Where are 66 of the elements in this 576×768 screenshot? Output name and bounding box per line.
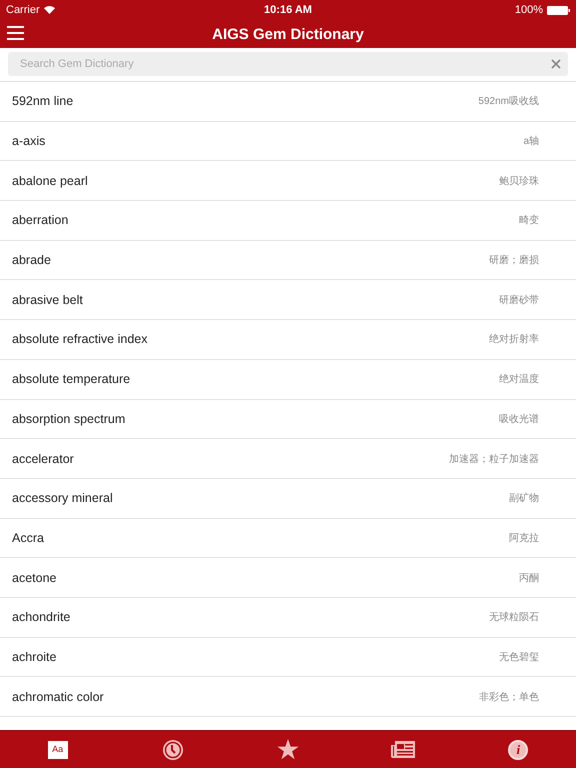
- entry-translation: 加速器；粒子加速器: [449, 452, 539, 466]
- dictionary-entry[interactable]: a-axis a轴: [0, 122, 576, 162]
- entry-translation: 阿克拉: [509, 532, 539, 545]
- star-icon: [276, 739, 299, 760]
- entry-translation: 鲍贝珍珠: [499, 174, 539, 188]
- entry-translation: a轴: [523, 134, 539, 148]
- dictionary-entry[interactable]: achroite 无色碧玺: [0, 638, 576, 678]
- info-icon: i: [508, 740, 528, 760]
- entry-translation: 吸收光谱: [499, 412, 539, 426]
- entry-term: a-axis: [12, 134, 46, 148]
- dictionary-entry[interactable]: absolute refractive index 绝对折射率: [0, 320, 576, 360]
- entry-term: aberration: [12, 213, 68, 228]
- clock-icon: [162, 738, 184, 760]
- dictionary-entry[interactable]: abrade 研磨；磨损: [0, 240, 576, 280]
- entry-term: accelerator: [12, 452, 74, 466]
- dictionary-entry[interactable]: 592nm line 592nm吸收线: [0, 82, 576, 122]
- newspaper-icon: [391, 740, 416, 759]
- entry-term: absolute temperature: [12, 372, 130, 386]
- entry-term: acetone: [12, 570, 56, 585]
- dictionary-entry[interactable]: accessory mineral 副矿物: [0, 478, 576, 519]
- entry-translation: 绝对温度: [499, 372, 539, 386]
- dictionary-entry[interactable]: aberration 畸变: [0, 201, 576, 241]
- entry-translation: 592nm吸收线: [478, 94, 539, 108]
- entry-translation: 副矿物: [509, 492, 539, 506]
- entry-translation: 畸变: [519, 214, 539, 228]
- battery-percent: 100%: [514, 4, 543, 16]
- dictionary-entry[interactable]: abalone pearl 鲍贝珍珠: [0, 161, 576, 202]
- clear-button[interactable]: [551, 59, 561, 69]
- entry-translation: 丙酮: [519, 572, 539, 585]
- entry-term: achromatic color: [12, 690, 104, 704]
- entry-term: absolute refractive index: [12, 332, 148, 346]
- dictionary-entry[interactable]: accelerator 加速器；粒子加速器: [0, 439, 576, 479]
- entry-translation: 绝对折射率: [489, 332, 539, 346]
- close-icon: [551, 59, 561, 69]
- dictionary-entry[interactable]: acetone 丙酮: [0, 558, 576, 598]
- dictionary-entry[interactable]: abrasive belt 研磨砂带: [0, 280, 576, 320]
- entry-translation: 研磨砂带: [499, 294, 539, 307]
- entry-term: abrade: [12, 253, 51, 268]
- entry-term: absorption spectrum: [12, 412, 126, 426]
- entry-term: abrasive belt: [12, 292, 83, 307]
- entry-term: achroite: [12, 650, 56, 664]
- carrier-label: Carrier: [6, 4, 40, 16]
- dictionary-entry[interactable]: achondrite 无球粒陨石: [0, 598, 576, 638]
- dictionary-entry[interactable]: absorption spectrum 吸收光谱: [0, 400, 576, 440]
- app-title: AIGS Gem Dictionary: [212, 26, 364, 42]
- tab-bar-item[interactable]: i: [488, 732, 548, 768]
- entry-term: 592nm line: [12, 94, 74, 108]
- tab-bar-item[interactable]: Aa: [28, 732, 88, 768]
- search-field[interactable]: Search Gem Dictionary: [8, 52, 568, 76]
- entry-term: accessory mineral: [12, 491, 113, 506]
- dictionary-entry[interactable]: absolute temperature 绝对温度: [0, 360, 576, 400]
- menu-icon: [7, 26, 24, 40]
- entry-term: abalone pearl: [12, 174, 88, 188]
- entry-term: Accra: [12, 530, 44, 545]
- entry-translation: 研磨；磨损: [489, 254, 539, 268]
- entry-term: achondrite: [12, 610, 70, 624]
- battery-icon: [547, 6, 570, 14]
- entry-translation: 非彩色；单色: [479, 690, 539, 704]
- entry-translation: 无色碧玺: [499, 650, 539, 664]
- dictionary-entry[interactable]: Accra 阿克拉: [0, 518, 576, 558]
- dictionary-entry[interactable]: achromatic color 非彩色；单色: [0, 677, 576, 717]
- entry-translation: 无球粒陨石: [489, 610, 539, 624]
- menu-button[interactable]: [7, 26, 24, 40]
- wifi-icon: [44, 6, 55, 14]
- dictionary-icon: Aa: [48, 740, 68, 758]
- status-time: 10:16 AM: [264, 4, 312, 16]
